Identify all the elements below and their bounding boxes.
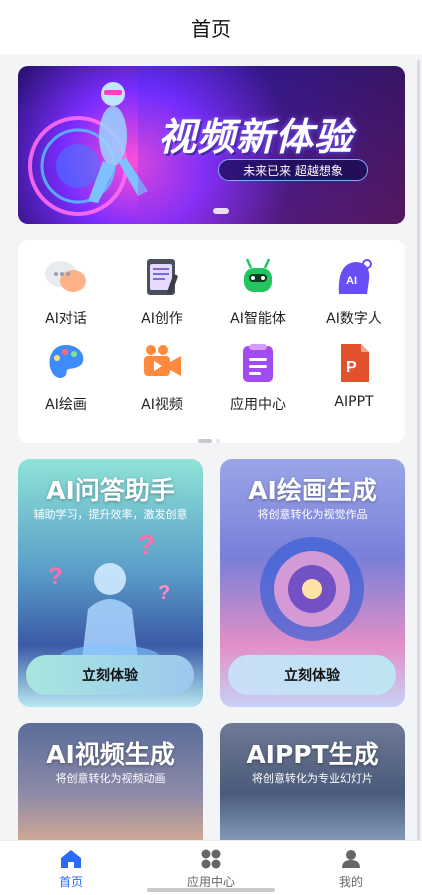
grid-item-ai-paint[interactable]: AI绘画 xyxy=(18,340,114,414)
banner-subtitle: 未来已来 超越想象 xyxy=(218,159,368,181)
svg-text:AI: AI xyxy=(346,275,357,287)
user-icon xyxy=(342,850,360,868)
banner-indicator[interactable] xyxy=(213,208,229,214)
try-now-button[interactable]: 立刻体验 xyxy=(26,655,194,695)
ppt-file-icon: P xyxy=(341,344,369,382)
home-icon xyxy=(61,850,81,868)
feature-subtitle: 将创意转化为视觉作品 xyxy=(257,508,368,521)
bottom-tabbar: 首页 应用中心 我的 xyxy=(0,840,422,895)
pager-dot-active xyxy=(198,439,212,443)
tab-label: 我的 xyxy=(338,875,363,889)
grid-item-label: AI数字人 xyxy=(326,311,382,327)
tab-label: 首页 xyxy=(58,875,83,889)
grid-item-app-center[interactable]: 应用中心 xyxy=(210,340,306,414)
feature-subtitle: 辅助学习，提升效率，激发创意 xyxy=(33,508,188,521)
banner-title: 视频新体验 xyxy=(158,115,354,159)
feature-subtitle: 将创意转化为专业幻灯片 xyxy=(252,772,373,785)
page-title: 首页 xyxy=(191,16,231,41)
feature-grid: AI对话 AI创作 AI智能体 AI AI数字人 AI绘画 AI视频 应用中心 … xyxy=(18,240,405,443)
grid-item-label: AI视频 xyxy=(141,397,183,413)
svg-text:P: P xyxy=(346,359,357,376)
feature-subtitle: 将创意转化为视频动画 xyxy=(55,772,166,785)
grid-item-aippt[interactable]: P AIPPT xyxy=(306,340,402,410)
pager-dot xyxy=(216,439,220,443)
feature-title: AI问答助手 xyxy=(46,476,175,505)
video-camera-icon xyxy=(144,345,181,376)
robot-icon xyxy=(244,258,272,292)
feature-title: AI绘画生成 xyxy=(248,476,377,505)
svg-text:?: ? xyxy=(158,582,170,604)
grid-item-ai-video[interactable]: AI视频 xyxy=(114,340,210,414)
clipboard-pen-icon xyxy=(147,259,178,295)
try-now-button[interactable]: 立刻体验 xyxy=(228,655,396,695)
promo-banner[interactable]: 视频新体验 未来已来 超越想象 xyxy=(18,66,405,224)
scrollbar[interactable] xyxy=(417,60,420,850)
grid-item-ai-digital-human[interactable]: AI AI数字人 xyxy=(306,254,402,328)
svg-text:?: ? xyxy=(138,529,155,560)
svg-text:?: ? xyxy=(48,563,63,590)
feature-card-ai-qa[interactable]: ? ? ? AI问答助手 辅助学习，提升效率，激发创意 立刻体验 xyxy=(18,459,203,707)
grid-item-ai-agent[interactable]: AI智能体 xyxy=(210,254,306,328)
ai-head-icon: AI xyxy=(338,259,372,294)
feature-title: AI视频生成 xyxy=(46,740,175,769)
grid-item-label: AI绘画 xyxy=(45,397,87,413)
grid-item-label: AIPPT xyxy=(334,394,374,410)
grid-item-label: AI智能体 xyxy=(230,311,286,327)
chat-bubbles-icon xyxy=(45,261,86,292)
feature-title: AIPPT生成 xyxy=(246,740,379,769)
tab-mine[interactable]: 我的 xyxy=(301,849,401,890)
tab-home[interactable]: 首页 xyxy=(21,849,121,890)
grid-item-ai-chat[interactable]: AI对话 xyxy=(18,254,114,328)
grid-item-label: 应用中心 xyxy=(230,397,286,413)
app-document-icon xyxy=(243,344,273,382)
grid-apps-icon xyxy=(201,849,221,869)
grid-item-ai-create[interactable]: AI创作 xyxy=(114,254,210,328)
grid-item-label: AI创作 xyxy=(141,311,183,327)
feature-card-ai-paint[interactable]: AI绘画生成 将创意转化为视觉作品 立刻体验 xyxy=(220,459,405,707)
home-indicator xyxy=(147,888,275,892)
grid-item-label: AI对话 xyxy=(45,311,87,327)
palette-icon xyxy=(49,345,84,378)
grid-pager xyxy=(198,428,220,447)
top-navbar: 首页 xyxy=(0,0,422,54)
tab-app-center[interactable]: 应用中心 xyxy=(161,849,261,890)
